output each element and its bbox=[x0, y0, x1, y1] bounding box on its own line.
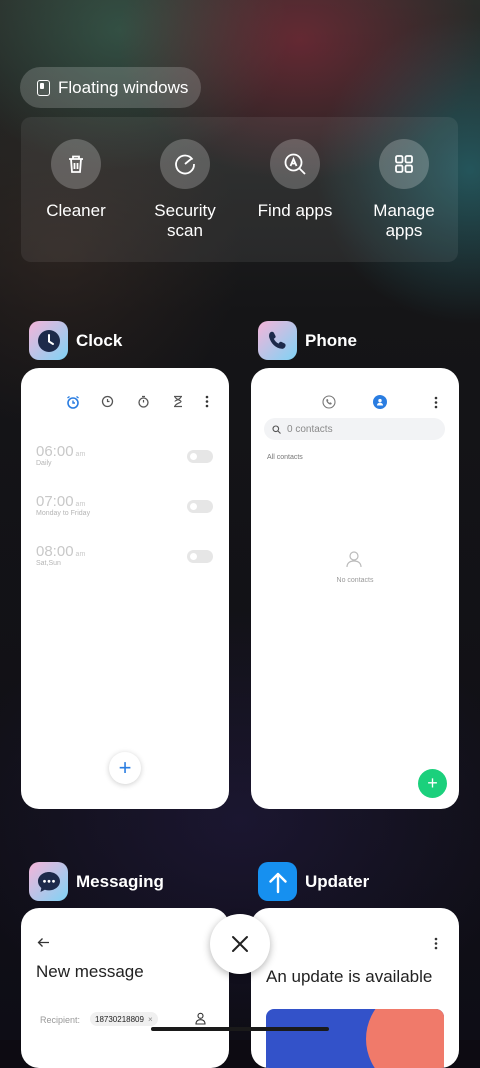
manage-apps-button[interactable]: Manage apps bbox=[354, 139, 454, 241]
trash-icon bbox=[51, 139, 101, 189]
add-icon: + bbox=[118, 755, 132, 780]
messaging-app-header[interactable]: Messaging bbox=[29, 862, 164, 901]
alarm-time: 07:00 am bbox=[36, 493, 86, 510]
alarm-toggle[interactable] bbox=[187, 550, 213, 563]
floating-windows-button[interactable]: Floating windows bbox=[20, 67, 201, 108]
search-icon bbox=[272, 424, 281, 434]
clear-all-button[interactable] bbox=[210, 914, 270, 974]
new-message-heading: New message bbox=[36, 962, 144, 981]
home-indicator[interactable] bbox=[151, 1027, 329, 1031]
search-placeholder: 0 contacts bbox=[287, 423, 333, 435]
clock-app-header[interactable]: Clock bbox=[29, 321, 122, 360]
alarm-tab-icon[interactable] bbox=[66, 395, 80, 409]
phone-app-header[interactable]: Phone bbox=[258, 321, 357, 360]
person-icon bbox=[346, 551, 362, 568]
more-options-icon[interactable] bbox=[205, 395, 209, 408]
chip-remove-icon[interactable]: × bbox=[148, 1015, 153, 1024]
contacts-search-input[interactable]: 0 contacts bbox=[264, 418, 445, 440]
security-label-2: scan bbox=[167, 221, 203, 240]
recipient-number: 18730218809 bbox=[95, 1014, 144, 1024]
alarm-toggle[interactable] bbox=[187, 450, 213, 463]
manage-apps-label: Manage bbox=[373, 201, 435, 220]
clock-app-title: Clock bbox=[76, 330, 123, 350]
cleaner-label: Cleaner bbox=[46, 201, 106, 220]
security-label: Security bbox=[154, 201, 216, 220]
grid-icon bbox=[379, 139, 429, 189]
timer-tab-icon[interactable] bbox=[172, 395, 184, 408]
phone-app-icon bbox=[258, 321, 297, 360]
phone-app-title: Phone bbox=[305, 330, 357, 350]
cleaner-button[interactable]: Cleaner bbox=[26, 139, 126, 221]
clock-app-icon bbox=[29, 321, 68, 360]
phone-app-card[interactable]: 0 contacts All contacts No contacts + bbox=[251, 368, 459, 809]
alarm-repeat: Monday to Friday bbox=[36, 510, 91, 517]
update-heading: An update is available bbox=[266, 967, 433, 986]
alarm-time: 08:00 am bbox=[36, 543, 86, 560]
back-arrow-icon[interactable] bbox=[37, 937, 50, 948]
quick-tools-panel: Cleaner Security scan Find apps Manage a… bbox=[21, 117, 458, 262]
update-banner-image bbox=[266, 1009, 444, 1068]
messaging-app-icon bbox=[29, 862, 68, 901]
contacts-tab-icon[interactable] bbox=[373, 395, 387, 409]
recents-tab-icon[interactable] bbox=[322, 395, 336, 409]
close-icon bbox=[232, 936, 248, 952]
contact-picker-icon[interactable] bbox=[195, 1012, 206, 1025]
find-apps-button[interactable]: Find apps bbox=[245, 139, 345, 221]
add-contact-button[interactable]: + bbox=[418, 769, 447, 798]
world-clock-tab-icon[interactable] bbox=[101, 395, 114, 408]
alarm-toggle[interactable] bbox=[187, 500, 213, 513]
recipient-chip[interactable]: 18730218809 × bbox=[90, 1012, 158, 1026]
alarm-repeat: Sat,Sun bbox=[36, 560, 61, 567]
recipient-label: Recipient: bbox=[40, 1015, 81, 1025]
security-scan-button[interactable]: Security scan bbox=[135, 139, 235, 241]
clock-app-card[interactable]: 06:00 am Daily 07:00 am Monday to Friday 0… bbox=[21, 368, 229, 809]
messaging-app-title: Messaging bbox=[76, 871, 164, 891]
find-apps-icon bbox=[270, 139, 320, 189]
updater-app-title: Updater bbox=[305, 871, 370, 891]
add-icon: + bbox=[427, 773, 438, 793]
alarm-time: 06:00 am bbox=[36, 443, 86, 460]
all-contacts-filter[interactable]: All contacts bbox=[267, 454, 303, 461]
stopwatch-tab-icon[interactable] bbox=[137, 395, 150, 408]
no-contacts-text: No contacts bbox=[336, 577, 374, 584]
updater-app-icon bbox=[258, 862, 297, 901]
updater-app-card[interactable]: An update is available bbox=[251, 908, 459, 1068]
find-apps-label: Find apps bbox=[257, 201, 333, 220]
manage-apps-label-2: apps bbox=[385, 221, 423, 240]
security-scan-icon bbox=[160, 139, 210, 189]
floating-windows-label: Floating windows bbox=[58, 77, 189, 97]
alarm-repeat: Daily bbox=[36, 460, 52, 467]
add-alarm-button[interactable]: + bbox=[109, 752, 141, 784]
more-options-icon[interactable] bbox=[434, 937, 438, 950]
floating-window-icon bbox=[37, 79, 50, 96]
updater-app-header[interactable]: Updater bbox=[258, 862, 369, 901]
more-options-icon[interactable] bbox=[434, 396, 438, 409]
messaging-app-card[interactable]: New message Recipient: 18730218809 × bbox=[21, 908, 229, 1068]
